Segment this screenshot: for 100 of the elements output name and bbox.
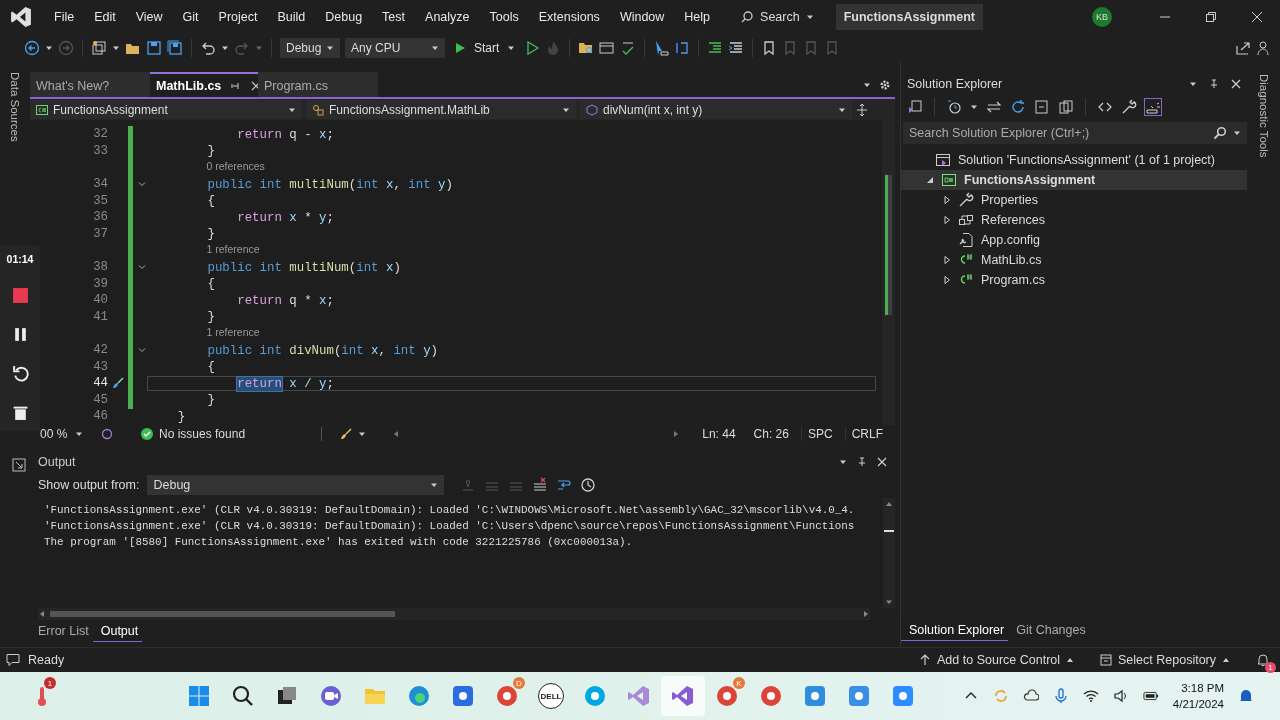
start-button[interactable]: Start	[450, 39, 520, 57]
caret-icon[interactable]	[1189, 80, 1197, 88]
switch-views-icon[interactable]	[907, 99, 923, 115]
menu-item[interactable]: Project	[208, 10, 268, 24]
word-wrap-icon[interactable]	[556, 477, 573, 493]
microphone-icon[interactable]	[1052, 688, 1069, 704]
tree-item[interactable]: Properties	[901, 190, 1247, 210]
caret-icon[interactable]	[221, 44, 229, 52]
video-camera-icon[interactable]	[891, 684, 915, 708]
select-repository-button[interactable]: Select Repository	[1100, 653, 1230, 667]
column-indicator[interactable]: Ch: 26	[747, 426, 795, 441]
start-icon[interactable]	[187, 684, 211, 708]
collapse-all-icon[interactable]	[1034, 99, 1050, 115]
caret-icon[interactable]	[970, 103, 978, 111]
tree-item-label[interactable]: MathLib.cs	[981, 253, 1042, 267]
tab-label[interactable]: What's New?	[36, 78, 110, 93]
tree-item[interactable]: App.config	[901, 230, 1247, 250]
close-icon[interactable]	[1251, 11, 1263, 23]
pointer-icon[interactable]	[653, 40, 670, 56]
collapse-chevron-icon[interactable]	[138, 180, 146, 189]
wifi-icon[interactable]	[1082, 688, 1099, 704]
scroll-left-icon[interactable]	[392, 429, 401, 438]
bell-icon[interactable]	[1256, 653, 1270, 667]
csharp-project-icon[interactable]	[36, 103, 48, 116]
taskbar-button[interactable]: 1	[20, 676, 64, 716]
caret-icon[interactable]	[326, 44, 334, 52]
undo-icon[interactable]	[200, 40, 216, 56]
split-icon[interactable]	[856, 103, 868, 116]
menu-item[interactable]: Debug	[315, 10, 373, 24]
cloud-icon[interactable]	[1022, 688, 1039, 704]
reference-count-link[interactable]: 1 reference	[206, 243, 260, 256]
clock-date[interactable]: 4/21/2024	[1172, 696, 1224, 712]
scroll-down-icon[interactable]	[885, 598, 893, 606]
user-avatar[interactable]: KB	[1092, 7, 1112, 27]
refresh-icon[interactable]	[1010, 99, 1026, 115]
tab-label[interactable]: MathLib.cs	[156, 78, 222, 93]
zoom-dropdown[interactable]: 00 %	[40, 426, 95, 441]
expanded-triangle-icon[interactable]	[926, 176, 934, 184]
panel-tab[interactable]: Error List	[30, 620, 93, 642]
tab-label[interactable]: Program.cs	[264, 78, 328, 93]
save-all-icon[interactable]	[167, 40, 183, 56]
line-indicator[interactable]: Ln: 44	[696, 426, 742, 441]
caret-icon[interactable]	[112, 44, 120, 52]
menu-item[interactable]: Git	[172, 10, 209, 24]
search-field[interactable]: Search Solution Explorer (Ctrl+;)	[903, 122, 1247, 144]
panel-tab[interactable]: Git Changes	[1008, 619, 1090, 641]
search-icon[interactable]	[740, 10, 755, 24]
share-icon[interactable]	[1235, 40, 1251, 56]
bell-icon[interactable]	[1238, 688, 1254, 704]
menu-item[interactable]: Test	[372, 10, 416, 24]
brain-icon[interactable]	[101, 427, 113, 440]
menu-item[interactable]: Window	[609, 10, 675, 24]
browser-icon[interactable]	[495, 684, 519, 708]
play-icon[interactable]	[454, 42, 466, 54]
outdent-icon[interactable]	[728, 40, 745, 56]
folder-search-icon[interactable]	[578, 40, 595, 56]
collapse-chevron-icon[interactable]	[138, 263, 146, 272]
add-to-source-control-button[interactable]: Add to Source Control	[919, 653, 1075, 667]
line-ending-indicator[interactable]: CRLF	[844, 426, 889, 441]
sync-arrows-icon[interactable]	[986, 99, 1002, 115]
collapsed-triangle-icon[interactable]	[943, 256, 951, 264]
collapsed-triangle-icon[interactable]	[943, 196, 951, 204]
close-icon[interactable]	[1231, 79, 1241, 89]
up-arrow-icon[interactable]	[919, 654, 932, 666]
menu-item[interactable]: File	[44, 10, 85, 24]
menu-item[interactable]: Build	[267, 10, 316, 24]
member-dropdown[interactable]: divNum(int x, int y)	[580, 100, 852, 119]
browser-icon[interactable]	[407, 684, 431, 708]
video-chat-icon[interactable]	[319, 684, 343, 708]
collapsed-triangle-icon[interactable]	[943, 276, 951, 284]
pin-icon[interactable]	[1209, 79, 1219, 89]
pin-icon[interactable]	[231, 80, 242, 91]
reference-count-link[interactable]: 1 reference	[206, 326, 260, 339]
scroll-up-icon[interactable]	[885, 500, 893, 508]
document-tab[interactable]: Program.cs	[258, 72, 378, 97]
search-icon[interactable]	[231, 684, 255, 708]
cube-icon[interactable]	[586, 103, 598, 116]
broom-icon[interactable]	[340, 427, 353, 440]
vertical-scrollbar[interactable]	[883, 498, 895, 608]
tree-item-label[interactable]: FunctionsAssignment	[964, 173, 1096, 187]
copy-icon[interactable]	[1058, 99, 1074, 115]
play-outline-icon[interactable]	[524, 40, 541, 56]
photos-icon[interactable]	[847, 684, 871, 708]
preview-icon[interactable]	[1145, 99, 1161, 115]
menu-item[interactable]: Edit	[84, 10, 126, 24]
scroll-right-icon[interactable]	[862, 610, 870, 618]
restart-icon[interactable]	[11, 365, 29, 382]
whitespace-indicator[interactable]: SPC	[800, 426, 839, 441]
caret-icon[interactable]	[1233, 129, 1241, 137]
restore-icon[interactable]	[1205, 11, 1217, 23]
panel-toggle-icon[interactable]	[12, 458, 26, 472]
tree-item-label[interactable]: References	[981, 213, 1045, 227]
configuration-dropdown[interactable]: Debug	[280, 38, 340, 58]
menu-item[interactable]: Extensions	[528, 10, 610, 24]
caret-icon[interactable]	[805, 13, 814, 21]
history-icon[interactable]	[946, 99, 962, 115]
tree-item[interactable]: Program.cs	[901, 270, 1247, 290]
caret-up-icon[interactable]	[1222, 656, 1230, 664]
trash-icon[interactable]	[11, 404, 29, 421]
browser-icon[interactable]	[715, 684, 739, 708]
